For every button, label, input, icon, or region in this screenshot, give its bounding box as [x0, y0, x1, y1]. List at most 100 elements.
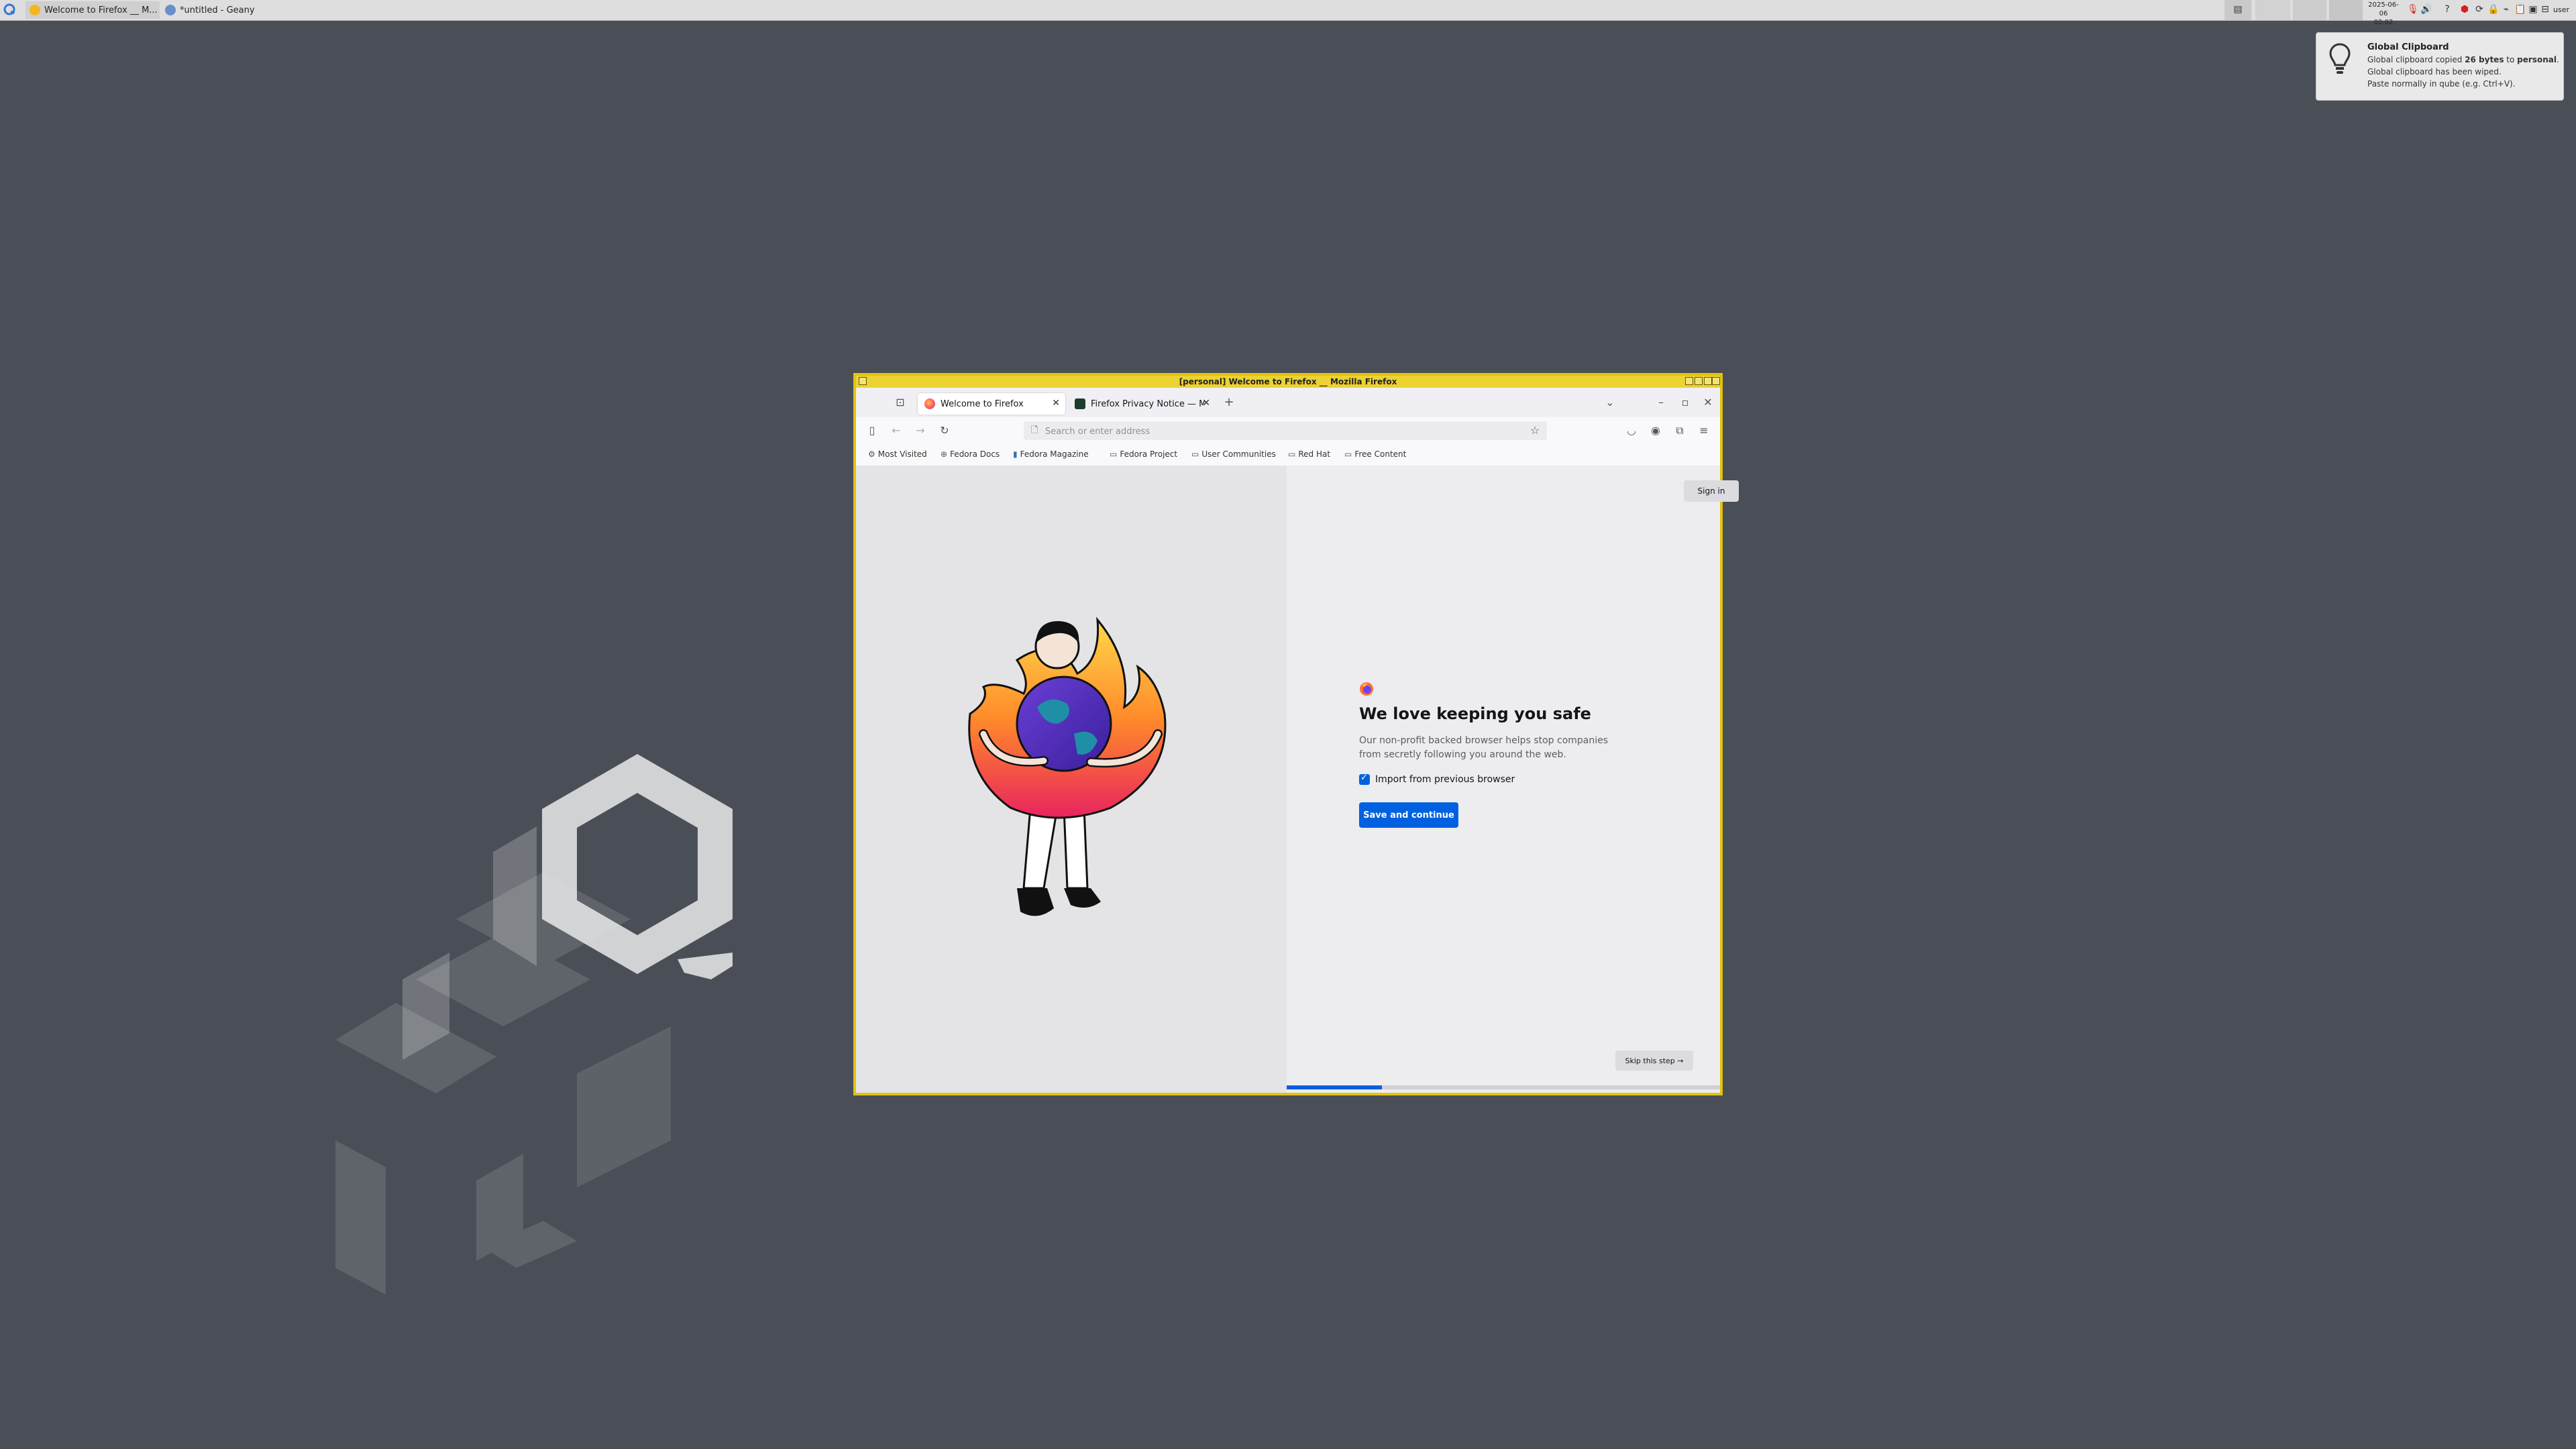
import-checkbox[interactable]: [1359, 773, 1370, 785]
disk-icon[interactable]: ⊟: [2540, 4, 2551, 15]
qubes-watermark-logo: [335, 754, 733, 1295]
bookmark-label: Free Content: [1354, 449, 1407, 459]
tab-privacy-notice[interactable]: Firefox Privacy Notice — M ✕: [1068, 393, 1216, 415]
workspace-4[interactable]: [2329, 0, 2363, 20]
qubes-menu-icon[interactable]: [3, 3, 16, 16]
task-geany-label: *untitled - Geany: [180, 5, 255, 15]
bookmark-free-content[interactable]: ▭ Free Content: [1344, 449, 1406, 459]
minimize-icon[interactable]: –: [1654, 396, 1668, 409]
onboarding-headline: We love keeping you safe: [1359, 704, 1591, 723]
page-content: Sign in We love keeping you safe Our non…: [856, 466, 1739, 1093]
extensions-icon[interactable]: ⧉: [1673, 424, 1686, 437]
bookmark-user-communities[interactable]: ▭ User Communities: [1191, 449, 1276, 459]
window-close-icon[interactable]: [1712, 377, 1720, 385]
window-title: [personal] Welcome to Firefox __ Mozilla…: [1179, 377, 1397, 386]
new-tab-icon[interactable]: +: [1222, 396, 1236, 409]
firefox-icon: [924, 398, 935, 409]
import-label: Import from previous browser: [1375, 774, 1515, 785]
gear-icon: ⚙: [868, 449, 875, 459]
sidebar-icon[interactable]: ▯: [865, 424, 879, 437]
help-icon[interactable]: ?: [2442, 4, 2453, 15]
onboarding-progress-bar: [1287, 1085, 1720, 1089]
bookmark-red-hat[interactable]: ▭ Red Hat: [1288, 449, 1330, 459]
folder-icon: ▭: [1110, 449, 1118, 459]
save-and-continue-button[interactable]: Save and continue: [1359, 802, 1458, 828]
notification-bytes: 26 bytes: [2465, 55, 2504, 64]
mozilla-icon: [1075, 398, 1085, 409]
address-input[interactable]: [1044, 424, 1509, 439]
qubes-domains-icon[interactable]: ⬢: [2459, 4, 2470, 15]
tab-list-chevron-icon[interactable]: ⌄: [1603, 396, 1617, 409]
tab-privacy-label: Firefox Privacy Notice — M: [1091, 398, 1205, 409]
task-firefox[interactable]: Welcome to Firefox __ M...: [25, 1, 160, 19]
clipboard-icon[interactable]: 📋: [2514, 4, 2526, 15]
menu-icon[interactable]: ≡: [1697, 424, 1711, 437]
bookmark-label: Fedora Project: [1120, 449, 1178, 459]
workspace-2[interactable]: [2255, 0, 2290, 20]
window-maximize-icon[interactable]: [1704, 377, 1712, 385]
account-icon[interactable]: ◉: [1649, 424, 1662, 437]
tab-close-icon[interactable]: ✕: [1052, 398, 1060, 409]
notification-qube: personal: [2517, 55, 2557, 64]
firefox-view-icon[interactable]: ⊡: [894, 396, 907, 409]
network-icon[interactable]: ⌁: [2501, 4, 2512, 15]
address-bar[interactable]: 🗋 ☆: [1024, 421, 1547, 440]
sign-in-button[interactable]: Sign in: [1684, 480, 1739, 502]
page-icon: 🗋: [1030, 425, 1038, 435]
bookmark-fedora-docs[interactable]: ⊕ Fedora Docs: [941, 449, 1000, 459]
window-menu-icon[interactable]: [859, 377, 867, 385]
bookmark-label: User Communities: [1201, 449, 1276, 459]
skip-step-button[interactable]: Skip this step →: [1615, 1051, 1693, 1071]
pocket-icon[interactable]: ◡: [1625, 424, 1638, 437]
onboarding-subtext: Our non-profit backed browser helps stop…: [1359, 735, 1609, 760]
onboarding-progress-fill: [1287, 1085, 1383, 1089]
folder-icon: ▭: [1344, 449, 1352, 459]
bookmark-icon: ▮: [1013, 449, 1018, 459]
updates-icon[interactable]: ⟳: [2474, 4, 2485, 15]
globe-icon: ⊕: [941, 449, 948, 459]
window-titlebar[interactable]: [personal] Welcome to Firefox __ Mozilla…: [856, 376, 1720, 388]
close-icon[interactable]: ✕: [1701, 396, 1715, 409]
illustration-pane: [856, 466, 1287, 1093]
back-icon[interactable]: ←: [890, 424, 903, 437]
lock-icon[interactable]: 🔒: [2487, 4, 2499, 15]
restore-icon[interactable]: ▫: [1678, 396, 1692, 409]
clock[interactable]: 2025-06-06 02:02: [2365, 1, 2402, 27]
user-label[interactable]: user: [2553, 5, 2569, 14]
import-option[interactable]: Import from previous browser: [1359, 773, 1515, 785]
workspace-1[interactable]: ▤: [2224, 0, 2251, 20]
microphone-icon[interactable]: 🎙: [2407, 4, 2419, 15]
notification-title: Global Clipboard: [2367, 42, 2449, 52]
window-minimize-icon[interactable]: [1695, 377, 1703, 385]
tab-welcome[interactable]: Welcome to Firefox ✕: [918, 393, 1065, 415]
bookmark-fedora-magazine[interactable]: ▮ Fedora Magazine: [1013, 449, 1089, 459]
volume-icon[interactable]: 🔊: [2420, 4, 2432, 15]
taskbar: Welcome to Firefox __ M... *untitled - G…: [0, 0, 2576, 26]
lightbulb-icon: [2329, 43, 2351, 74]
tab-close-icon[interactable]: ✕: [1202, 398, 1210, 409]
clipboard-notification[interactable]: Global Clipboard Global clipboard copied…: [2316, 32, 2564, 101]
reload-icon[interactable]: ↻: [938, 424, 951, 437]
window-shade-icon[interactable]: [1685, 377, 1693, 385]
devices-icon[interactable]: ▣: [2528, 4, 2538, 15]
tab-strip: ⊡ Welcome to Firefox ✕ Firefox Privacy N…: [856, 388, 1720, 417]
star-icon[interactable]: ☆: [1528, 424, 1542, 437]
task-geany[interactable]: *untitled - Geany: [161, 1, 292, 19]
person-hugging-globe-illustration: [968, 616, 1167, 916]
notification-line-1: Global clipboard copied 26 bytes to pers…: [2367, 55, 2559, 64]
folder-icon: ▭: [1191, 449, 1199, 459]
navigation-bar: ▯ ← → ↻ 🗋 ☆ ◡ ◉ ⧉ ≡: [856, 417, 1720, 444]
firefox-window: [personal] Welcome to Firefox __ Mozilla…: [853, 373, 1739, 1095]
notification-line-3: Paste normally in qube (e.g. Ctrl+V).: [2367, 79, 2516, 89]
firefox-logo-icon: [1360, 682, 1373, 696]
notification-text: .: [2556, 55, 2559, 64]
bookmark-most-visited[interactable]: ⚙ Most Visited: [868, 449, 927, 459]
forward-icon[interactable]: →: [914, 424, 927, 437]
geany-icon: [165, 5, 176, 15]
firefox-icon: [30, 5, 40, 15]
bookmark-label: Red Hat: [1298, 449, 1331, 459]
bookmark-fedora-project[interactable]: ▭ Fedora Project: [1110, 449, 1177, 459]
workspace-3[interactable]: [2293, 0, 2326, 20]
bookmark-label: Fedora Docs: [950, 449, 1000, 459]
tab-welcome-label: Welcome to Firefox: [941, 398, 1024, 409]
